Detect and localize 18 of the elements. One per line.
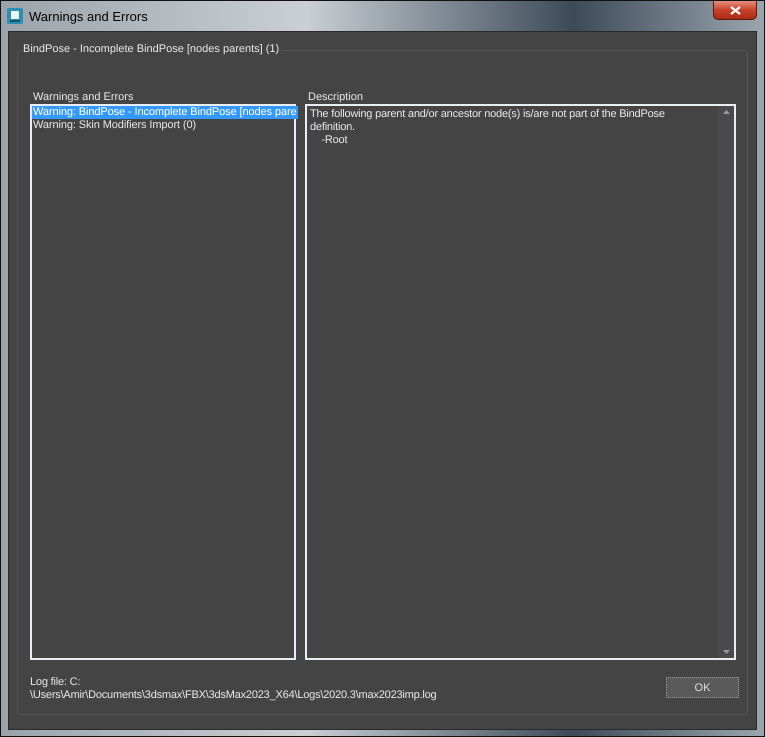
list-label: Warnings and Errors (32, 91, 134, 104)
description-text: definition. (310, 121, 356, 134)
list-item[interactable]: Warning: BindPose - Incomplete BindPose [nodes pare (32, 106, 298, 119)
app-icon (7, 8, 23, 24)
group-title: BindPose - Incomplete BindPose [nodes parents] (1) (21, 43, 282, 55)
description-label: Description (307, 91, 364, 104)
scroll-up-icon[interactable] (722, 110, 730, 114)
scrollbar[interactable] (718, 106, 734, 658)
close-button[interactable] (713, 1, 757, 20)
window-title: Warnings and Errors (29, 8, 148, 24)
list-item[interactable]: Warning: Skin Modifiers Import (0) (32, 119, 198, 132)
description-text: The following parent and/or ancestor node(s) is/are not part of the BindPose (310, 108, 666, 121)
log-path: Log file: C: (30, 676, 82, 689)
close-icon (730, 6, 740, 14)
log-path: \Users\Amir\Documents\3dsmax\FBX\3dsMax2023_X64\Logs\2020.3\max2023imp.log (30, 689, 436, 702)
description-text: -Root (320, 134, 348, 147)
scroll-down-icon[interactable] (722, 650, 730, 654)
ok-button[interactable]: OK (666, 677, 739, 698)
